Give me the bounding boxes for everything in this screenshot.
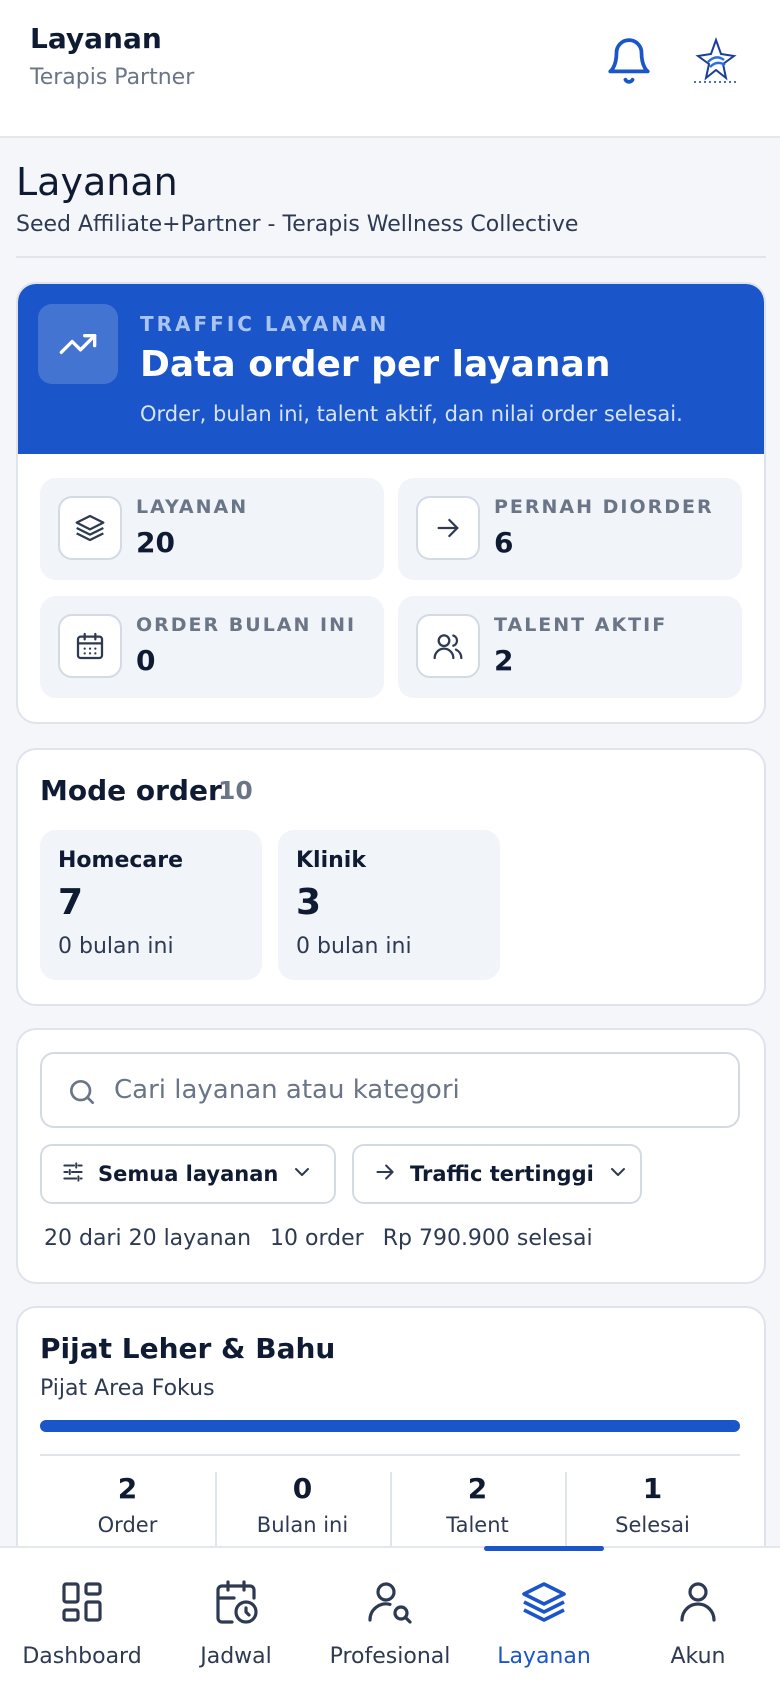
stat-label: PERNAH DIORDER [494,496,714,518]
mode-tile-klinik[interactable]: Klinik 3 0 bulan ini [278,830,500,980]
category-filter-dropdown[interactable]: Semua layanan [40,1144,336,1204]
stat-label: TALENT AKTIF [494,614,668,636]
metric-label: Talent [446,1513,509,1537]
nav-item-layanan[interactable]: Layanan [466,1548,622,1688]
mode-value: 7 [58,882,84,923]
metric-value: 2 [467,1472,488,1505]
metric-value: 2 [117,1472,138,1505]
search-icon [66,1076,98,1108]
stat-value: 0 [136,644,156,677]
stat-value: 2 [494,644,514,677]
user-search-icon [366,1578,414,1626]
traffic-header: TRAFFIC LAYANAN Data order per layanan O… [18,284,764,454]
stat-order-bulan-ini: ORDER BULAN INI 0 [40,596,384,698]
nav-label: Dashboard [22,1644,142,1669]
layers-icon [520,1578,568,1626]
chevron-down-icon [290,1160,314,1188]
stat-value: 6 [494,526,514,559]
mode-sub: 0 bulan ini [296,934,412,959]
nav-label: Jadwal [200,1644,272,1669]
mode-order-count: 10 [218,776,253,805]
sort-filter-label: Traffic tertinggi [410,1162,594,1186]
traffic-title: Data order per layanan [140,344,611,385]
bottom-nav: Dashboard Jadwal Profesional Layanan Aku… [0,1546,780,1688]
nav-item-akun[interactable]: Akun [620,1548,776,1688]
service-metric-bulan-ini: 0 Bulan ini [215,1472,390,1537]
service-metric-order: 2 Order [40,1472,215,1537]
header-title: Layanan [30,22,162,55]
search-box[interactable] [40,1052,740,1128]
stat-value: 20 [136,526,175,559]
filter-summary: 20 dari 20 layanan 10 order Rp 790.900 s… [44,1226,605,1251]
bell-icon[interactable] [604,36,654,86]
service-traffic-bar [40,1420,740,1432]
traffic-description: Order, bulan ini, talent aktif, dan nila… [140,402,683,426]
metric-value: 0 [292,1472,313,1505]
service-category: Pijat Area Fokus [40,1376,215,1401]
stat-label: ORDER BULAN INI [136,614,357,636]
nav-item-jadwal[interactable]: Jadwal [158,1548,314,1688]
mode-sub: 0 bulan ini [58,934,174,959]
chevron-down-icon [606,1160,630,1188]
dashboard-icon [58,1578,106,1626]
metric-label: Bulan ini [256,1513,349,1537]
service-divider [40,1454,740,1456]
mode-name: Homecare [58,848,184,873]
layers-icon [58,496,122,560]
sliders-icon [60,1159,86,1189]
arrow-right-icon [416,496,480,560]
brand-logo[interactable] [688,32,744,88]
search-input[interactable] [114,1066,714,1114]
stat-pernah-diorder: PERNAH DIORDER 6 [398,478,742,580]
page-title: Layanan [16,160,178,204]
trending-up-icon [38,304,118,384]
summary-revenue: Rp 790.900 selesai [382,1226,593,1251]
summary-services: 20 dari 20 layanan [44,1226,252,1251]
service-traffic-bar-fill [40,1420,740,1432]
header-subtitle: Terapis Partner [30,65,195,90]
user-icon [674,1578,722,1626]
calendar-icon [58,614,122,678]
stat-talent-aktif: TALENT AKTIF 2 [398,596,742,698]
nav-item-dashboard[interactable]: Dashboard [4,1548,160,1688]
mode-name: Klinik [296,848,366,873]
arrow-right-icon [372,1159,398,1189]
mode-tile-homecare[interactable]: Homecare 7 0 bulan ini [40,830,262,980]
mode-order-card: Mode order 10 Homecare 7 0 bulan ini Kli… [16,748,766,1006]
traffic-card: TRAFFIC LAYANAN Data order per layanan O… [16,282,766,724]
mode-order-title: Mode order [40,774,222,807]
filter-card: Semua layanan Traffic tertinggi 20 dari … [16,1028,766,1284]
page-subtitle: Seed Affiliate+Partner - Terapis Wellnes… [16,212,579,237]
category-filter-label: Semua layanan [98,1162,279,1186]
service-metric-selesai: 1 Selesai [565,1472,740,1537]
nav-item-profesional[interactable]: Profesional [312,1548,468,1688]
calendar-clock-icon [212,1578,260,1626]
traffic-eyebrow: TRAFFIC LAYANAN [140,312,390,336]
metric-label: Selesai [615,1513,690,1537]
stat-layanan: LAYANAN 20 [40,478,384,580]
app-header: Layanan Terapis Partner [0,0,780,138]
page-divider [16,256,766,258]
mode-value: 3 [296,882,322,923]
stat-label: LAYANAN [136,496,249,518]
sort-filter-dropdown[interactable]: Traffic tertinggi [352,1144,642,1204]
service-metric-talent: 2 Talent [390,1472,565,1537]
nav-label: Akun [670,1644,726,1669]
metric-value: 1 [642,1472,663,1505]
users-icon [416,614,480,678]
metric-label: Order [97,1513,158,1537]
nav-label: Layanan [497,1644,591,1669]
service-name: Pijat Leher & Bahu [40,1332,336,1365]
summary-orders: 10 order [270,1226,364,1251]
nav-label: Profesional [329,1644,451,1669]
